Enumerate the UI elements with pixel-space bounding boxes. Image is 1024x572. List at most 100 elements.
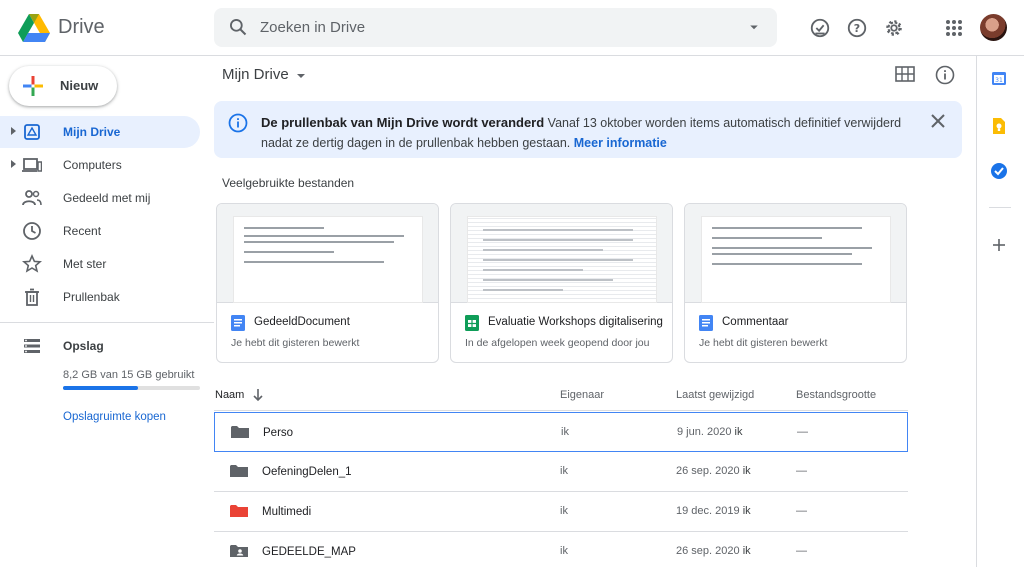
account-avatar[interactable]: [980, 14, 1007, 41]
row-modified-by: ik: [742, 465, 751, 477]
file-thumbnail: [217, 204, 438, 303]
table-header-divider: [214, 410, 908, 411]
row-name: Multimedi: [262, 506, 312, 518]
sidebar-item-label: Gedeeld met mij: [63, 191, 151, 205]
file-card-evaluatie-workshops[interactable]: Evaluatie Workshops digitalisering In de…: [450, 203, 673, 363]
file-thumbnail: [685, 204, 906, 303]
apps-grid-icon[interactable]: [940, 14, 968, 42]
new-button-label: Nieuw: [60, 78, 99, 93]
google-sheets-icon: [465, 315, 479, 331]
trash-icon: [25, 288, 39, 306]
sidebar-item-recent[interactable]: Recent: [0, 215, 200, 247]
expand-arrow-icon[interactable]: [11, 127, 16, 135]
sidebar-item-storage[interactable]: Opslag: [0, 330, 200, 362]
row-size: —: [796, 505, 807, 517]
row-size: —: [796, 545, 807, 557]
more-info-link[interactable]: Meer informatie: [574, 136, 667, 150]
grid-view-icon[interactable]: [895, 66, 915, 82]
buy-storage-link[interactable]: Opslagruimte kopen: [63, 411, 166, 423]
offline-status-icon[interactable]: [806, 14, 834, 42]
column-header-size[interactable]: Bestandsgrootte: [796, 389, 876, 401]
row-modified: 19 dec. 2019 ik: [676, 505, 751, 517]
side-panel-divider: [989, 207, 1011, 208]
help-icon[interactable]: ?: [843, 14, 871, 42]
main-content: [214, 56, 976, 57]
file-card-subtitle: Je hebt dit gisteren bewerkt: [699, 337, 828, 349]
table-row[interactable]: Multimedi ik 19 dec. 2019 ik —: [214, 492, 908, 532]
document-preview: [701, 216, 891, 303]
search-bar[interactable]: [214, 8, 777, 47]
column-header-modified[interactable]: Laatst gewijzigd: [676, 389, 754, 401]
google-docs-icon: [231, 315, 245, 331]
file-card-commentaar[interactable]: Commentaar Je hebt dit gisteren bewerkt: [684, 203, 907, 363]
tasks-icon[interactable]: [990, 162, 1008, 180]
row-owner: ik: [560, 505, 568, 517]
drive-logo-icon[interactable]: [18, 14, 50, 42]
file-card-title: Evaluatie Workshops digitalisering: [488, 316, 663, 328]
search-icon[interactable]: [228, 17, 248, 37]
keep-icon[interactable]: [991, 117, 1007, 135]
info-circle-icon: [228, 113, 248, 133]
storage-usage-fill: [63, 386, 139, 390]
sidebar-item-starred[interactable]: Met ster: [0, 248, 200, 280]
calendar-icon[interactable]: 31: [991, 70, 1007, 86]
row-modified-date: 19 dec. 2019: [676, 505, 740, 517]
storage-usage-text: 8,2 GB van 15 GB gebruikt: [63, 369, 195, 381]
table-row[interactable]: Perso ik 9 jun. 2020 ik —: [214, 412, 908, 452]
row-name: GEDEELDE_MAP: [262, 546, 356, 558]
row-modified: 26 sep. 2020 ik: [676, 545, 751, 557]
storage-icon: [24, 339, 40, 353]
row-size: —: [796, 465, 807, 477]
column-header-owner[interactable]: Eigenaar: [560, 389, 604, 401]
row-name: OefeningDelen_1: [262, 466, 352, 478]
file-card-gedeelddocument[interactable]: GedeeldDocument Je hebt dit gisteren bew…: [216, 203, 439, 363]
column-header-name[interactable]: Naam: [215, 389, 244, 401]
row-owner: ik: [560, 545, 568, 557]
shared-icon: [22, 190, 42, 206]
quick-access-title: Veelgebruikte bestanden: [222, 176, 355, 190]
notice-title: De prullenbak van Mijn Drive wordt veran…: [261, 115, 545, 130]
sidebar: Nieuw Mijn Drive Computers Gedeeld met m…: [0, 56, 214, 567]
breadcrumb-dropdown-icon[interactable]: [295, 70, 307, 82]
shared-folder-icon: [230, 545, 248, 557]
row-name: Perso: [263, 427, 294, 439]
row-modified: 26 sep. 2020 ik: [676, 465, 751, 477]
sidebar-item-trash[interactable]: Prullenbak: [0, 281, 200, 313]
breadcrumb[interactable]: Mijn Drive: [222, 66, 289, 83]
svg-text:31: 31: [995, 77, 1003, 84]
settings-gear-icon[interactable]: [880, 14, 908, 42]
my-drive-icon: [24, 124, 40, 140]
sidebar-item-label: Recent: [63, 224, 102, 238]
row-modified-by: ik: [742, 545, 751, 557]
row-size: —: [797, 426, 808, 438]
row-modified-date: 9 jun. 2020: [677, 426, 732, 438]
search-input[interactable]: [260, 14, 720, 41]
file-card-title: Commentaar: [722, 316, 789, 328]
info-icon[interactable]: [935, 65, 955, 85]
sidebar-item-shared-with-me[interactable]: Gedeeld met mij: [0, 182, 200, 214]
sidebar-item-my-drive[interactable]: Mijn Drive: [0, 116, 200, 148]
notice-text: De prullenbak van Mijn Drive wordt veran…: [261, 113, 911, 153]
clock-icon: [23, 222, 41, 240]
sidebar-item-label: Met ster: [63, 257, 107, 271]
new-button[interactable]: Nieuw: [9, 66, 117, 106]
computers-icon: [22, 158, 42, 172]
row-modified-by: ik: [742, 505, 751, 517]
close-icon[interactable]: [931, 114, 945, 128]
sidebar-divider: [0, 322, 214, 323]
trash-change-notice: De prullenbak van Mijn Drive wordt veran…: [214, 101, 962, 158]
table-row[interactable]: OefeningDelen_1 ik 26 sep. 2020 ik —: [214, 452, 908, 492]
row-modified-by: ik: [734, 426, 743, 438]
google-docs-icon: [699, 315, 713, 331]
expand-arrow-icon[interactable]: [11, 160, 16, 168]
sort-arrow-down-icon[interactable]: [252, 388, 264, 402]
search-options-icon[interactable]: [745, 18, 763, 36]
table-row[interactable]: GEDEELDE_MAP ik 26 sep. 2020 ik —: [214, 532, 908, 572]
storage-usage-bar: [63, 386, 200, 390]
sidebar-item-computers[interactable]: Computers: [0, 149, 200, 181]
sidebar-item-label: Computers: [63, 158, 122, 172]
file-card-subtitle: In de afgelopen week geopend door jou: [465, 337, 650, 349]
sidebar-item-label: Mijn Drive: [63, 125, 121, 139]
add-addon-icon[interactable]: [992, 238, 1006, 252]
app-name[interactable]: Drive: [58, 16, 105, 39]
